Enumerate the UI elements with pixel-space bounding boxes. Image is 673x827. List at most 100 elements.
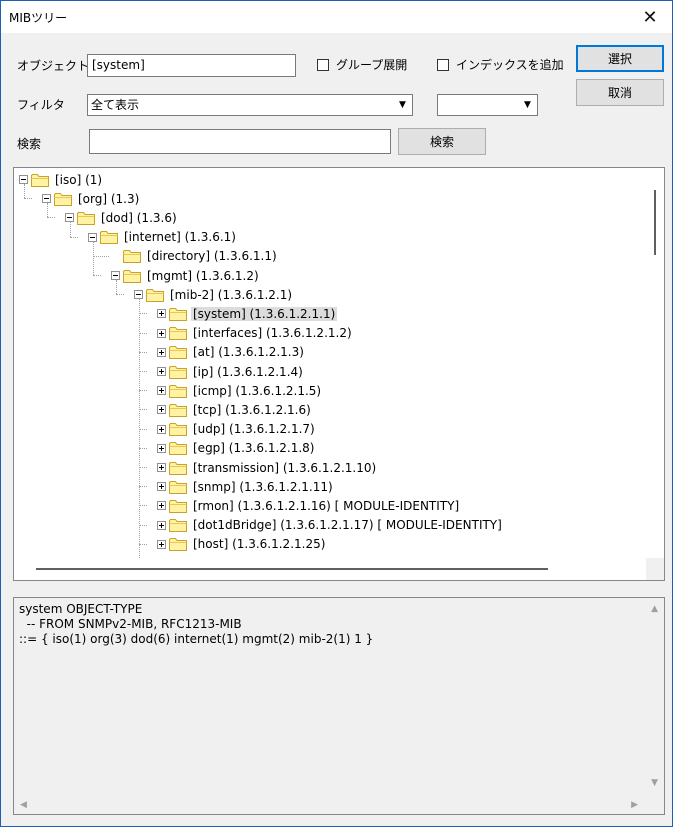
tree-node[interactable]: [transmission] (1.3.6.1.2.1.10) [157,458,378,477]
plus-icon[interactable] [157,367,166,376]
search-input[interactable] [89,129,391,154]
tree-node-label[interactable]: [dod] (1.3.6) [99,211,179,225]
tree-node-label[interactable]: [transmission] (1.3.6.1.2.1.10) [191,461,378,475]
tree-node-label[interactable]: [rmon] (1.3.6.1.2.1.16) [ MODULE-IDENTIT… [191,499,461,513]
filter-select[interactable]: 全て表示 ▼ [87,94,413,116]
tree-connector [139,313,147,315]
tree-node[interactable]: [dod] (1.3.6) [65,208,179,227]
tree-node-label[interactable]: [udp] (1.3.6.1.2.1.7) [191,422,317,436]
object-field[interactable]: [system] [87,54,296,77]
plus-icon[interactable] [157,309,166,319]
filter-sub-select[interactable]: ▼ [437,94,538,116]
chevron-down-icon[interactable]: ▼ [519,96,536,114]
plus-icon[interactable] [157,443,166,453]
folder-icon [123,249,141,264]
tree-node-label[interactable]: [mgmt] (1.3.6.1.2) [145,269,261,283]
tree-guide [139,299,140,558]
plus-icon[interactable] [157,463,166,472]
scroll-up-icon[interactable]: ▲ [651,604,658,614]
tree-node-label[interactable]: [org] (1.3) [76,192,141,206]
folder-icon [169,537,187,552]
tree-connector [139,447,147,449]
add-index-checkbox-box[interactable] [437,58,449,71]
tree-connector [139,428,147,430]
search-button[interactable]: 検索 [398,128,486,155]
tree-node-label[interactable]: [system] (1.3.6.1.2.1.1) [191,306,338,321]
plus-icon[interactable] [157,424,166,434]
tree-connector [139,351,147,353]
scroll-left-icon[interactable]: ◀ [20,800,27,810]
tree-node[interactable]: [at] (1.3.6.1.2.1.3) [157,343,306,362]
scroll-down-icon[interactable]: ▼ [651,778,658,788]
minus-icon[interactable] [65,213,74,223]
tree-connector [139,505,147,507]
plus-icon[interactable] [157,520,166,530]
folder-icon [169,499,187,513]
tree-node[interactable]: [iso] (1) [19,170,104,189]
mib-description-panel[interactable]: system OBJECT-TYPE -- FROM SNMPv2-MIB, R… [13,597,665,815]
tree-node[interactable]: [ip] (1.3.6.1.2.1.4) [157,362,305,381]
tree-vertical-scrollbar[interactable] [646,168,664,558]
tree-node[interactable]: [icmp] (1.3.6.1.2.1.5) [157,381,323,400]
plus-icon[interactable] [157,501,166,511]
minus-icon[interactable] [42,194,51,204]
tree-node-label[interactable]: [interfaces] (1.3.6.1.2.1.2) [191,326,354,340]
tree-node[interactable]: [system] (1.3.6.1.2.1.1) [157,304,338,323]
tree-node[interactable]: [snmp] (1.3.6.1.2.1.11) [157,477,335,496]
add-index-checkbox[interactable]: インデックスを追加 [437,56,564,73]
plus-icon[interactable] [157,405,166,415]
tree-connector [93,275,101,276]
tree-node-label[interactable]: [dot1dBridge] (1.3.6.1.2.1.17) [ MODULE-… [191,518,504,532]
tree-node[interactable]: [tcp] (1.3.6.1.2.1.6) [157,400,313,419]
tree-node-label[interactable]: [ip] (1.3.6.1.2.1.4) [191,365,305,379]
tree-node[interactable]: [udp] (1.3.6.1.2.1.7) [157,420,317,439]
tree-node[interactable]: [mib-2] (1.3.6.1.2.1) [134,285,294,304]
scroll-right-icon[interactable]: ▶ [631,800,638,810]
tree-node[interactable]: [directory] (1.3.6.1.1) [111,247,279,266]
tree-node-label[interactable]: [internet] (1.3.6.1) [122,230,238,244]
tree-node[interactable]: [interfaces] (1.3.6.1.2.1.2) [157,324,354,343]
tree-node-label[interactable]: [tcp] (1.3.6.1.2.1.6) [191,403,313,417]
tree-node-label[interactable]: [snmp] (1.3.6.1.2.1.11) [191,480,335,494]
minus-icon[interactable] [111,271,120,280]
tree-node[interactable]: [rmon] (1.3.6.1.2.1.16) [ MODULE-IDENTIT… [157,496,461,515]
filter-select-value: 全て表示 [91,98,140,112]
plus-icon[interactable] [157,386,166,396]
desc-line-2: -- FROM SNMPv2-MIB, RFC1213-MIB [19,617,242,631]
plus-icon[interactable] [157,328,166,338]
minus-icon[interactable] [88,232,97,242]
plus-icon[interactable] [157,539,166,549]
mib-tree-view[interactable]: [iso] (1) [org] (1.3) [dod] (1.3.6) [intern… [13,167,665,581]
tree-connector [47,217,55,219]
tree-node[interactable]: [internet] (1.3.6.1) [88,228,238,247]
tree-node-label[interactable]: [at] (1.3.6.1.2.1.3) [191,345,306,359]
tree-node-label[interactable]: [directory] (1.3.6.1.1) [145,249,279,263]
tree-node[interactable]: [egp] (1.3.6.1.2.1.8) [157,439,317,458]
group-expand-checkbox-box[interactable] [317,58,329,71]
tree-node[interactable]: [mgmt] (1.3.6.1.2) [111,266,261,285]
tree-node[interactable]: [host] (1.3.6.1.2.1.25) [157,535,327,554]
tree-node-label[interactable]: [icmp] (1.3.6.1.2.1.5) [191,384,323,398]
tree-node[interactable]: [org] (1.3) [42,189,141,208]
chevron-down-icon[interactable]: ▼ [394,96,411,114]
tree-node-label[interactable]: [host] (1.3.6.1.2.1.25) [191,537,327,551]
folder-icon [123,269,141,283]
cancel-button[interactable]: 取消 [576,79,664,106]
tree-node[interactable]: [dot1dBridge] (1.3.6.1.2.1.17) [ MODULE-… [157,516,504,535]
tree-connector [139,371,147,372]
tree-vscroll-thumb[interactable] [654,190,656,255]
tree-node-label[interactable]: [mib-2] (1.3.6.1.2.1) [168,288,294,302]
group-expand-checkbox[interactable]: グループ展開 [317,56,407,73]
tree-node-label[interactable]: [iso] (1) [53,173,104,187]
minus-icon[interactable] [19,175,28,184]
folder-icon [31,173,49,187]
minus-icon[interactable] [134,290,143,300]
plus-icon[interactable] [157,347,166,357]
select-button[interactable]: 選択 [576,45,664,72]
plus-icon[interactable] [157,482,166,492]
tree-horizontal-scrollbar[interactable] [14,558,646,580]
tree-node-label[interactable]: [egp] (1.3.6.1.2.1.8) [191,441,317,455]
tree-hscroll-thumb[interactable] [36,568,548,570]
folder-icon [146,288,164,302]
close-button[interactable]: ✕ [628,1,672,33]
